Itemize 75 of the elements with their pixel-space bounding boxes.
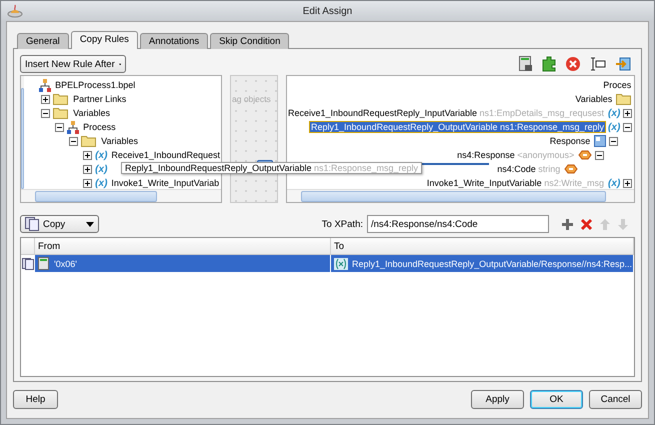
xpath-field[interactable]: /ns4:Response/ns4:Code [367,215,549,233]
header-corner [21,238,35,255]
tree-item[interactable]: BPELProcess1.bpel [54,80,136,90]
hierarchy-icon [67,120,80,134]
app-icon [7,4,23,18]
tab[interactable]: Copy Rules [70,31,138,49]
expander-icon[interactable] [41,94,50,104]
expander-icon[interactable] [609,136,618,146]
tree-item[interactable]: Partner Links [72,94,128,104]
delete-icon[interactable] [580,218,593,230]
folder-icon [81,135,98,147]
variable-icon [334,258,348,270]
folder-icon [53,93,70,105]
copy-icon [25,217,39,231]
tree-item[interactable]: Receive1_InboundRequestReply_InputVariable ns1:EmpDetails_msg_requsest [287,108,606,118]
delete-icon[interactable] [565,56,581,72]
tree-item[interactable]: Process [82,122,117,132]
tree-item[interactable]: Invoke1_Write_InputVariab [110,178,220,188]
expander-icon[interactable] [623,178,632,188]
variable-icon: (x) [608,122,620,132]
copy-icon [22,258,34,270]
tree-item[interactable]: Variables [100,136,140,146]
add-icon[interactable] [561,218,574,230]
hierarchy-icon [39,78,52,92]
expander-icon[interactable] [623,122,632,132]
tree-item[interactable]: Variables [72,108,112,118]
tooltip: Reply1_InboundRequestReply_OutputVariable ns1:Response_msg_reply [121,162,422,174]
tab[interactable]: General [17,33,69,49]
ruler-icon[interactable] [590,56,606,72]
expander-icon[interactable] [83,150,92,160]
element-icon [564,164,578,174]
help-button[interactable]: Help [13,390,58,409]
dialog-button[interactable]: OK [530,390,583,409]
tab[interactable]: Skip Condition [210,33,290,49]
tree-item[interactable]: Proces [602,80,632,90]
tree-item[interactable]: ns4:Response <anonymous> [456,150,576,160]
variable-icon: (x) [95,164,108,174]
part-icon [594,135,606,147]
expander-icon[interactable] [83,178,92,188]
puzzle-icon[interactable] [542,56,556,72]
variable-icon: (x) [95,178,108,188]
expander-icon[interactable] [623,108,632,118]
variable-icon: (x) [608,108,620,118]
tree-item[interactable]: Response [548,136,592,146]
document-icon[interactable] [519,56,533,72]
tree-item[interactable]: Invoke1_Write_InputVariable ns2:Write_msg [426,178,606,188]
drop-hint: ag objects [232,94,271,104]
variable-icon: (x) [608,178,620,188]
table-cell[interactable]: Reply1_InboundRequestReply_OutputVariable/Response//ns4:Resp... [331,255,634,272]
xpath-label: To XPath: [322,218,363,230]
table-cell[interactable]: '0x06' [35,255,331,272]
column-header: From [35,238,331,255]
element-icon [578,150,592,160]
dialog-button[interactable]: Cancel [589,390,642,409]
folder-icon [53,107,70,119]
operation-dropdown[interactable]: Copy [20,215,99,233]
expander-icon[interactable] [41,108,50,118]
variable-icon: (x) [95,150,108,160]
export-icon[interactable] [615,56,631,72]
rule-dropdown[interactable]: Insert New Rule After [20,55,126,73]
expander-icon[interactable] [69,136,78,146]
expression-icon [38,257,50,270]
tree-item[interactable]: Reply1_InboundRequestReply_OutputVariable ns1:Response_msg_reply [310,122,606,132]
column-header: To [331,238,634,255]
folder-icon [616,93,632,105]
tree-item[interactable]: Variables [574,94,614,104]
expander-icon[interactable] [595,150,604,160]
window-title: Edit Assign [302,6,352,16]
expander-icon[interactable] [55,122,64,132]
tab[interactable]: Annotations [140,33,208,49]
tree-item[interactable]: ns4:Code string [496,164,562,174]
tree-item[interactable]: Receive1_InboundRequest [110,150,221,160]
expander-icon[interactable] [83,164,92,174]
caret-icon [86,222,94,226]
dialog-button[interactable]: Apply [471,390,524,409]
